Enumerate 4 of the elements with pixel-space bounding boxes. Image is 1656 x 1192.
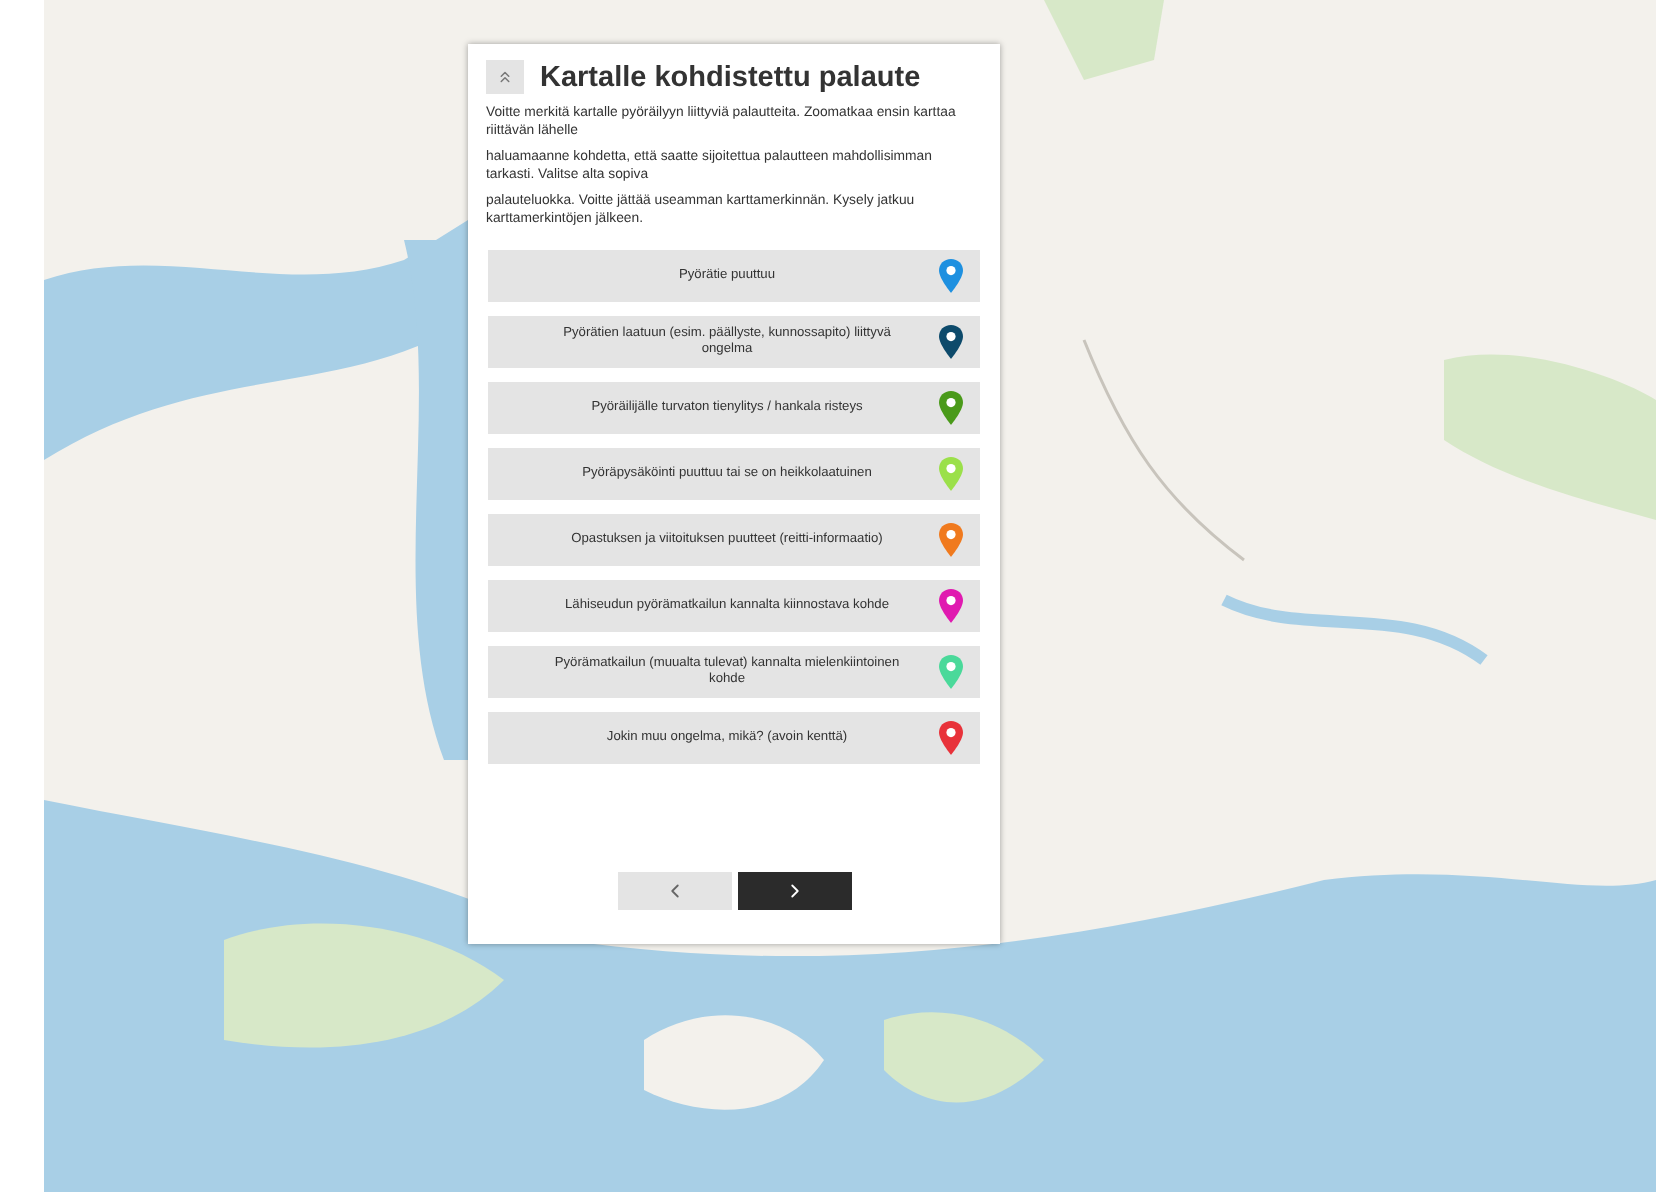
next-button[interactable]	[737, 872, 851, 910]
double-chevron-up-icon	[496, 68, 514, 86]
collapse-button[interactable]	[486, 60, 524, 94]
panel-title: Kartalle kohdistettu palaute	[540, 61, 921, 93]
